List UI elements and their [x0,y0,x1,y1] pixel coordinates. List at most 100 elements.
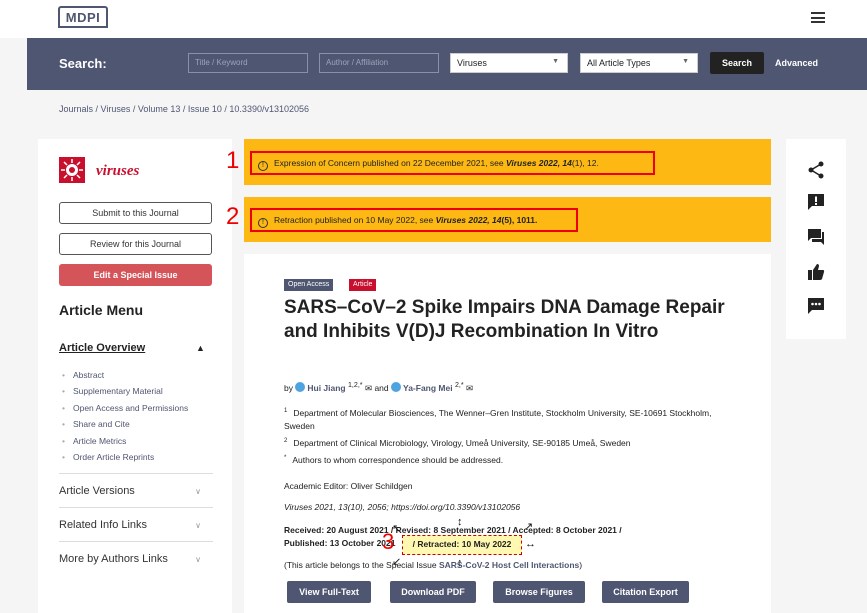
authors-links-section[interactable]: More by Authors Links ∨ [59,541,213,565]
share-icon[interactable] [807,161,825,179]
submit-journal-button[interactable]: Submit to this Journal [59,202,212,224]
concern-notice-highlight[interactable]: ! Expression of Concern published on 22 D… [250,151,655,175]
article-title: SARS–CoV–2 Spike Impairs DNA Damage Repa… [284,297,725,342]
article-type-select[interactable]: All Article Types ▼ [580,53,698,73]
special-issue-note: (This article belongs to the Special Iss… [284,560,582,570]
article-versions-section[interactable]: Article Versions ∨ [59,473,213,497]
affiliation-1: 1 Department of Molecular Biosciences, Th… [284,405,724,433]
resize-arrow-icon: ↕ [457,516,463,528]
author-affiliation-input[interactable]: Author / Affiliation [319,53,439,73]
journal-select[interactable]: Viruses ▼ [450,53,568,73]
info-icon: ! [258,161,268,171]
article-menu-list: Abstract Supplementary Material Open Acc… [62,367,188,465]
email-icon[interactable]: ✉ [466,383,473,393]
affil-num: * [284,455,287,461]
email-icon[interactable]: ✉ [365,383,372,393]
affil-text: Department of Molecular Biosciences, The… [284,407,712,431]
affil-num: 1 [284,408,288,414]
menu-item-open-access[interactable]: Open Access and Permissions [62,400,188,416]
retraction-ref: Viruses 2022, 14 [435,215,502,225]
citation-line[interactable]: Viruses 2021, 13(10), 2056; https://doi.… [284,502,520,512]
edit-special-issue-button[interactable]: Edit a Special Issue [59,264,212,286]
related-info-section[interactable]: Related Info Links ∨ [59,507,213,531]
breadcrumb[interactable]: Journals / Viruses / Volume 13 / Issue 1… [59,104,309,114]
view-full-text-button[interactable]: View Full-Text [287,581,371,603]
author-profile-icon [391,381,401,392]
chevron-down-icon: ∨ [195,487,201,496]
comment-icon[interactable] [807,228,825,246]
article-card: Open Access Article SARS–CoV–2 Spike Imp… [244,254,771,613]
chevron-down-icon: ▼ [552,58,559,65]
search-bar: Search: Title / Keyword Author / Affilia… [27,38,867,90]
belongs-suffix: ) [579,560,583,570]
concern-ref: Viruses 2022, 14 [506,158,572,168]
more-icon[interactable] [807,297,825,315]
by-label: by [284,382,293,393]
retraction-ref-tail: (5), 1011. [501,215,538,225]
author-hui-jiang[interactable]: Hui Jiang [307,383,345,393]
affil-text: Authors to whom correspondence should be… [292,454,504,465]
article-overview-toggle[interactable]: Article Overview [59,342,145,354]
author2-affil-sup: 2,* [454,381,464,389]
affiliation-2: 2 Department of Clinical Microbiology, Vi… [284,435,724,450]
menu-item-reprints[interactable]: Order Article Reprints [62,449,188,465]
search-button[interactable]: Search [710,52,764,74]
journal-name[interactable]: viruses [96,163,139,180]
menu-item-share-cite[interactable]: Share and Cite [62,416,188,432]
author-profile-icon [295,381,306,392]
and-label: and [374,382,389,393]
virus-logo-icon [59,157,85,183]
menu-item-supplementary[interactable]: Supplementary Material [62,383,188,399]
affil-text: Department of Clinical Microbiology, Vir… [293,437,631,448]
chevron-down-icon: ▼ [682,58,689,65]
download-pdf-button[interactable]: Download PDF [390,581,476,603]
hamburger-menu-icon[interactable] [811,12,825,23]
journal-select-value: Viruses [457,58,487,68]
resize-arrow-icon: ↔ [525,538,536,550]
menu-item-abstract[interactable]: Abstract [62,367,188,383]
belongs-prefix: (This article belongs to the Special Iss… [284,560,437,570]
resize-arrow-icon: ↗ [524,521,534,533]
concern-notice: ! Expression of Concern published on 22 D… [244,139,771,185]
author-line: by Hui Jiang 1,2,* ✉ and Ya-Fang Mei 2,*… [284,381,473,394]
related-info-label: Related Info Links [59,519,148,531]
report-icon[interactable] [807,193,825,211]
review-journal-button[interactable]: Review for this Journal [59,233,212,255]
article-type-badge: Article [349,279,377,291]
article-type-select-value: All Article Types [587,58,651,68]
chevron-down-icon: ∨ [195,555,201,564]
mdpi-logo[interactable]: MDPI [58,6,108,28]
left-sidebar: viruses Submit to this Journal Review fo… [38,139,232,613]
share-rail [786,139,846,339]
advanced-search-link[interactable]: Advanced [775,58,818,68]
retracted-date-highlight[interactable]: / Retracted: 10 May 2022 [402,535,522,555]
article-menu-title: Article Menu [59,302,144,318]
concern-text: Expression of Concern published on 22 De… [274,158,504,168]
concern-ref-tail: (1), 12. [571,158,599,168]
browse-figures-button[interactable]: Browse Figures [493,581,585,603]
retraction-text: Retraction published on 10 May 2022, see [274,215,434,225]
retraction-notice: ! Retraction published on 10 May 2022, se… [244,197,771,242]
annotation-marker-1: 1 [226,147,240,174]
chevron-down-icon: ∨ [195,521,201,530]
affiliation-3: * Authors to whom correspondence should b… [284,452,724,467]
chevron-up-icon[interactable]: ▲ [196,343,205,353]
retraction-notice-highlight[interactable]: ! Retraction published on 10 May 2022, se… [250,208,578,232]
thumbs-up-icon[interactable] [807,263,825,281]
annotation-marker-2: 2 [226,203,240,230]
author-ya-fang-mei[interactable]: Ya-Fang Mei [403,383,453,393]
special-issue-link[interactable]: SARS-CoV-2 Host Cell Interactions [439,560,579,570]
menu-item-metrics[interactable]: Article Metrics [62,433,188,449]
info-icon: ! [258,218,268,228]
top-bar: MDPI [0,0,867,38]
title-keyword-input[interactable]: Title / Keyword [188,53,308,73]
authors-links-label: More by Authors Links [59,553,168,565]
open-access-badge: Open Access [284,279,334,291]
author1-affil-sup: 1,2,* [348,381,363,389]
article-versions-label: Article Versions [59,485,135,497]
search-label: Search: [59,56,107,71]
academic-editor: Academic Editor: Oliver Schildgen [284,481,413,491]
resize-arrow-icon: ↖ [392,523,402,535]
citation-export-button[interactable]: Citation Export [602,581,689,603]
affil-num: 2 [284,438,288,444]
